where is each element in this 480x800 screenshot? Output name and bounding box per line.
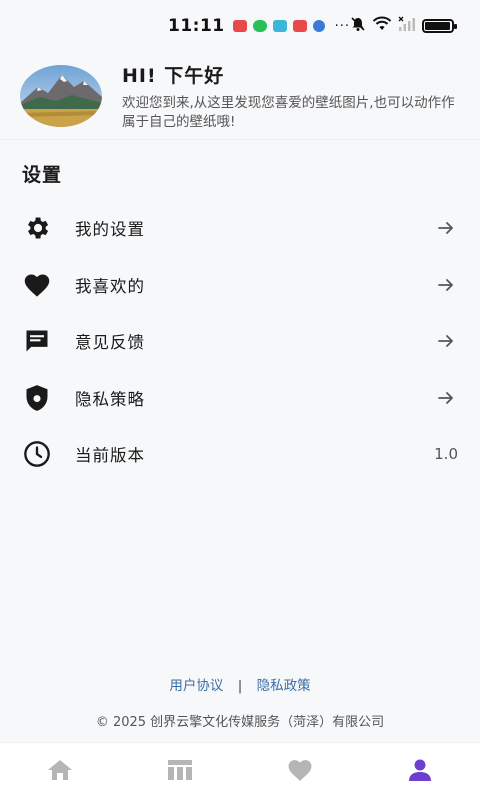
profile-header: HI! 下午好 欢迎您到来,从这里发现您喜爱的壁纸图片,也可以动作作属于自己的壁…: [0, 52, 480, 140]
battery-level: [425, 22, 450, 30]
settings-menu: 我的设置 我喜欢的 意见反馈 隐私策略 当前版本 1.0: [0, 200, 480, 483]
menu-item-favorites[interactable]: 我喜欢的: [0, 257, 480, 314]
arrow-right-icon: [434, 386, 458, 410]
bottom-nav: [0, 742, 480, 800]
version-value: 1.0: [434, 445, 458, 464]
battery-icon: [422, 19, 458, 33]
footer-links: 用户协议 | 隐私政策: [0, 674, 480, 694]
feedback-icon: [22, 326, 52, 356]
menu-item-privacy-policy[interactable]: 隐私策略: [0, 370, 480, 427]
menu-item-feedback[interactable]: 意见反馈: [0, 313, 480, 370]
menu-item-my-settings[interactable]: 我的设置: [0, 200, 480, 257]
app-icon: [312, 20, 325, 32]
status-time: 11:11: [168, 16, 225, 36]
menu-item-label: 我喜欢的: [75, 276, 145, 296]
notification-icon: [292, 20, 307, 32]
person-icon: [407, 758, 433, 786]
nav-categories[interactable]: [120, 743, 240, 800]
menu-item-label: 意见反馈: [75, 333, 145, 353]
settings-title: 设置: [22, 164, 63, 186]
more-notifications-indicator: ···: [334, 18, 351, 34]
download-icon: [272, 20, 287, 32]
footer-separator: |: [237, 678, 243, 694]
grid-icon: [167, 759, 193, 785]
nav-home[interactable]: [0, 743, 120, 800]
clock-icon: [22, 439, 52, 469]
arrow-right-icon: [434, 329, 458, 353]
home-icon: [46, 758, 74, 786]
shield-icon: [22, 383, 52, 413]
arrow-right-icon: [434, 216, 458, 240]
menu-item-label: 当前版本: [75, 446, 145, 466]
avatar[interactable]: [20, 64, 102, 127]
arrow-right-icon: [434, 273, 458, 297]
heart-icon: [22, 270, 52, 300]
heart-icon: [286, 758, 314, 786]
copyright-text: © 2025 创界云擎文化传媒服务（菏泽）有限公司: [95, 715, 385, 730]
notification-icon: [232, 20, 247, 32]
status-bar: 11:11 ···: [0, 0, 480, 52]
menu-item-label: 隐私策略: [75, 389, 145, 409]
user-agreement-link[interactable]: 用户协议: [169, 678, 223, 694]
nav-favorites[interactable]: [240, 743, 360, 800]
gear-icon: [22, 213, 52, 243]
menu-item-version: 当前版本 1.0: [0, 426, 480, 483]
signal-icon: [398, 16, 416, 37]
notification-icons: [232, 20, 325, 32]
nav-profile[interactable]: [360, 743, 480, 800]
menu-item-label: 我的设置: [75, 220, 145, 240]
greeting-title: HI! 下午好: [122, 65, 225, 87]
wechat-icon: [252, 20, 267, 32]
greeting-subtitle: 欢迎您到来,从这里发现您喜爱的壁纸图片,也可以动作作属于自己的壁纸哦!: [122, 95, 455, 130]
mute-icon: [350, 16, 366, 37]
privacy-policy-link[interactable]: 隐私政策: [257, 678, 311, 694]
wifi-icon: [372, 16, 392, 37]
